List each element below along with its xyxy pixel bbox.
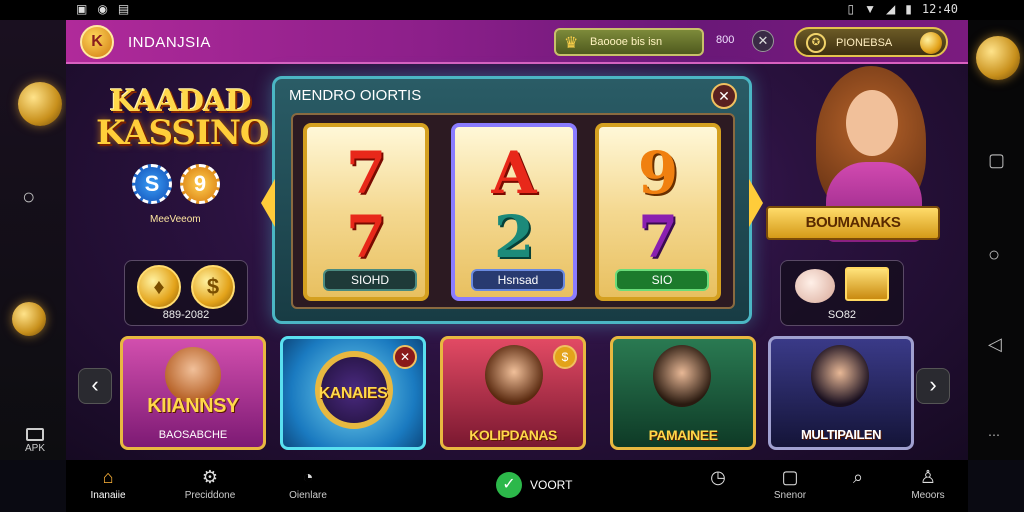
game-card[interactable]: KIIANNSY BAOSABCHE <box>120 336 266 450</box>
coin-icon <box>18 82 62 126</box>
home-circle-icon[interactable]: ○ <box>22 184 35 210</box>
game-subtitle: BAOSABCHE <box>158 429 228 441</box>
balance-value: 800 <box>716 34 735 46</box>
check-icon: ✓ <box>496 472 522 498</box>
bowl-icon <box>795 269 835 303</box>
slot-title: MENDRO OIORTIS <box>289 87 422 104</box>
game-title: KANAIES <box>318 385 388 402</box>
brand-title-line2: KASSINO <box>96 113 270 153</box>
wifi-icon: ▼ <box>864 2 877 16</box>
gold-bars-icon <box>845 267 889 301</box>
game-card[interactable]: $ KOLIPDANAS <box>440 336 586 450</box>
bottom-nav: ⌂ Inanaiie ⚙ Preciddone ◔ Oienlare ✓ VOO… <box>66 460 968 512</box>
more-dots-icon[interactable]: ⋯ <box>988 428 1000 442</box>
coin-icon <box>976 36 1020 80</box>
clock-icon: ◷ <box>710 467 726 487</box>
whatsapp-icon: ◉ <box>97 2 108 16</box>
status-bar: ▣ ◉ ▤ ▯ ▼ ◢ ▮ 12:40 <box>0 0 1024 20</box>
reel-symbol: 7 <box>345 203 387 271</box>
nav-home[interactable]: ⌂ Inanaiie <box>68 466 148 501</box>
slot-machine-panel: MENDRO OIORTIS ✕ 7 7 SIOHD A 2 Hsnsad 9 … <box>261 76 763 324</box>
reel-symbol: 9 <box>637 139 679 207</box>
header-bar: K INDANJSIA ♛ Baoooe bis isn 800 ✕ ✪ PIO… <box>66 20 968 64</box>
nav-search[interactable]: ⌕ <box>818 466 898 490</box>
reel-label: SIOHD <box>323 269 417 291</box>
logo-icon[interactable]: K <box>80 25 114 59</box>
vibrate-icon: ▯ <box>847 2 855 16</box>
reel-symbol: 7 <box>637 203 679 271</box>
status-time: 12:40 <box>921 2 958 16</box>
carousel-prev-button[interactable]: ‹ <box>78 368 112 404</box>
coin-icon <box>12 302 46 336</box>
vote-button[interactable]: ✓ VOORT <box>496 472 572 498</box>
home-icon: ⌂ <box>102 467 114 487</box>
search-icon: ⌕ <box>852 467 864 487</box>
slot-prev-arrow[interactable] <box>261 179 275 227</box>
game-card[interactable]: PAMAINEE <box>610 336 756 450</box>
nav-online[interactable]: ◔ Oienlare <box>268 466 348 501</box>
brand-subtitle: MeeVeeom <box>150 214 201 225</box>
games-carousel: ‹ KIIANNSY BAOSABCHE ✕ KANAIES $ KOLIPDA… <box>66 334 968 452</box>
gear-icon: ⚙ <box>201 467 219 487</box>
reel-symbol: A <box>491 139 537 207</box>
reel[interactable]: 7 7 SIOHD <box>303 123 429 301</box>
user-icon: ♙ <box>919 467 937 487</box>
coin-icon: $ <box>191 265 235 309</box>
reel-label: SIO <box>615 269 709 291</box>
character-avatar <box>653 345 711 407</box>
game-title: KOLIPDANAS <box>469 427 557 443</box>
casino-app: K INDANJSIA ♛ Baoooe bis isn 800 ✕ ✪ PIO… <box>66 20 968 460</box>
battery-icon: ▮ <box>905 2 912 16</box>
medal-icon: ✪ <box>806 33 826 53</box>
character-avatar <box>811 345 869 407</box>
nav-settings[interactable]: ⚙ Preciddone <box>170 466 250 501</box>
gallery-icon: ▤ <box>117 2 130 16</box>
wallet-button[interactable]: ♛ Baoooe bis isn <box>554 28 704 56</box>
coin-icon <box>920 32 942 54</box>
game-card[interactable]: MULTIPAILEN <box>768 336 914 450</box>
coins-panel-right[interactable]: SO82 <box>780 260 904 326</box>
trophy-icon: ♛ <box>564 35 579 52</box>
timer-icon: ◔ <box>302 467 314 487</box>
bonus-banner[interactable]: BOUMANAKS <box>766 206 940 240</box>
home-button[interactable]: ○ <box>988 244 1000 267</box>
promo-button[interactable]: ✪ PIONEBSA <box>794 27 948 57</box>
reel-symbol: 7 <box>345 139 387 207</box>
region-label: INDANJSIA <box>128 34 211 51</box>
recents-button[interactable]: ▢ <box>988 150 1005 171</box>
carousel-next-button[interactable]: › <box>916 368 950 404</box>
brand-chips: S 9 <box>132 164 220 204</box>
left-gutter: ○ <box>0 20 66 460</box>
close-icon[interactable]: ✕ <box>393 345 417 369</box>
sim-icon: ▣ <box>76 2 88 16</box>
apk-indicator[interactable]: APK <box>22 428 48 454</box>
reel[interactable]: A 2 Hsnsad <box>451 123 577 301</box>
close-icon[interactable]: ✕ <box>711 83 737 109</box>
signal-icon: ◢ <box>886 2 896 16</box>
nav-history[interactable]: ◷ <box>678 466 758 490</box>
brand-logo: KAADAD KASSINO <box>96 84 270 153</box>
apk-icon <box>26 428 44 441</box>
system-nav-bar: ▢ ○ ◁ ⋯ <box>968 20 1024 460</box>
reels-container: 7 7 SIOHD A 2 Hsnsad 9 7 SIO <box>291 113 735 309</box>
reel[interactable]: 9 7 SIO <box>595 123 721 301</box>
game-title: MULTIPAILEN <box>801 427 881 442</box>
chip-icon: 9 <box>180 164 220 204</box>
back-button[interactable]: ◁ <box>988 334 1002 355</box>
nav-profile[interactable]: ♙ Meoors <box>888 466 968 501</box>
close-icon[interactable]: ✕ <box>752 30 774 52</box>
coin-icon: ♦ <box>137 265 181 309</box>
game-card[interactable]: ✕ KANAIES <box>280 336 426 450</box>
reel-label: Hsnsad <box>471 269 565 291</box>
coins-panel-left[interactable]: ♦ $ 889-2082 <box>124 260 248 326</box>
game-title: KIIANNSY <box>147 395 239 417</box>
game-title: PAMAINEE <box>648 427 718 443</box>
coin-icon: $ <box>553 345 577 369</box>
reel-symbol: 2 <box>493 203 535 271</box>
slot-next-arrow[interactable] <box>749 179 763 227</box>
character-avatar <box>485 345 543 405</box>
chip-icon: S <box>132 164 172 204</box>
